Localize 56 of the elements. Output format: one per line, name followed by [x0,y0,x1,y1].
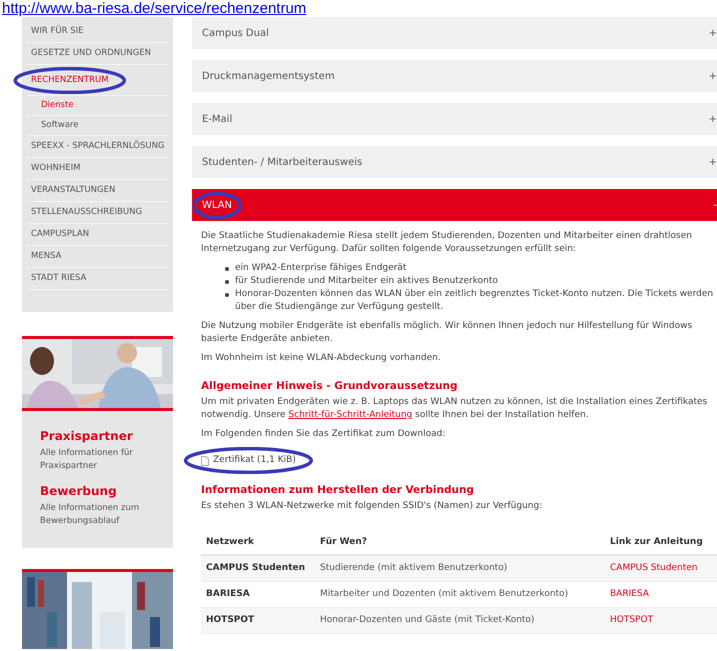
toggle-icon: - [713,198,717,212]
table-cell: Mitarbeiter und Dozenten (mit aktivem Benutzerkonto) [315,581,605,607]
table-link[interactable]: CAMPUS Studenten [610,562,698,572]
accordion-header[interactable]: E-Mail + [192,103,717,135]
table-cell: BARIESA [201,581,315,607]
paragraph: Um mit privaten Endgeräten wie z. B. Laptops das WLAN nutzen zu können, ist die Installation eines Zertifikates notwendig. Unsere Schritt-für-Schritt-Anleitung sollte Ihnen bei der Installation helfen. [201,396,708,422]
sidebar-item[interactable]: VERANSTALTUNGEN [31,185,116,195]
promo-text: Alle Informationen für Praxispartner [40,447,134,473]
toggle-icon: + [708,112,717,126]
toggle-icon: + [708,68,717,84]
table-link[interactable]: HOTSPOT [610,614,654,624]
paragraph: Die Nutzung mobiler Endgeräte ist ebenfalls möglich. Wir können Ihnen jedoch nur Hilfestellung für Windows basierte Endgeräte anbieten. [201,320,694,346]
list-item: ein WPA2-Enterprise fähiges Endgerät [235,262,406,275]
list-item: Honorar-Dozenten können das WLAN über ein zeitlich begrenztes Ticket-Konto nutzen. Die Tickets werden über die Studiengänge zur Verfügung gestellt. [235,288,714,314]
accordion-header[interactable]: Druckmanagementsystem + [192,60,717,92]
table-cell: CAMPUS Studenten [201,554,315,581]
sidebar-item[interactable]: WIR FÜR SIE [31,26,84,36]
sidebar-item[interactable]: MENSA [31,251,62,261]
toggle-icon: + [708,26,717,40]
accordion-title: Campus Dual [202,26,269,40]
accordion-title: WLAN [202,198,232,212]
sidebar-item[interactable]: STELLENAUSSCHREIBUNG [31,207,142,217]
table-link[interactable]: BARIESA [610,588,649,598]
sidebar-item[interactable]: STADT RIESA [31,273,86,283]
table-cell: Honorar-Dozenten und Gäste (mit Ticket-Konto) [315,607,605,633]
list-item: für Studierende und Mitarbeiter ein aktives Benutzerkonto [235,275,498,288]
table-cell: Studierende (mit aktivem Benutzerkonto) [315,554,605,581]
accordion-title: Druckmanagementsystem [202,70,335,84]
bullet-icon [225,293,229,297]
section-heading: Allgemeiner Hinweis - Grundvoraussetzung [201,379,459,393]
promo-title[interactable]: Bewerbung [40,483,155,499]
paragraph: Im Folgenden finden Sie das Zertifikat zum Download: [201,428,446,441]
link[interactable]: Schritt-für-Schritt-Anleitung [288,410,412,420]
accordion-header[interactable]: Studenten- / Mitarbeiterausweis + [192,146,717,178]
accordion-title: E-Mail [202,112,232,126]
accordion-title: Studenten- / Mitarbeiterausweis [202,156,362,170]
accordion-header[interactable]: Campus Dual + [192,17,717,49]
sidebar-item[interactable]: CAMPUSPLAN [31,229,90,239]
promo-title[interactable]: Praxispartner [40,428,155,444]
paragraph: Die Staatliche Studienakademie Riesa stellt jedem Studierenden, Dozenten und Mitarbeiter einen drahtlosen Internetzugang zur Verfügung. Dafür sollten folgende Voraussetzungen erfüllt sein: [201,230,693,256]
toggle-icon: + [708,154,717,170]
paragraph: Im Wohnheim ist keine WLAN-Abdeckung vorhanden. [201,352,442,365]
sidebar-item[interactable]: WOHNHEIM [31,163,80,173]
section-heading: Informationen zum Herstellen der Verbindung [201,482,475,496]
sidebar-subitem[interactable]: Dienste [27,96,168,116]
sidebar-item[interactable]: GESETZE UND ORDNUNGEN [31,48,152,58]
sidebar-item[interactable]: SPEEXX - SPRACHLERNLÖSUNG [31,141,165,151]
url-text[interactable]: http://www.ba-riesa.de/service/rechenzentrum [2,0,306,17]
bullet-icon [225,267,229,271]
paragraph: Es stehen 3 WLAN-Netzwerke mit folgenden SSID's (Namen) zur Verfügung: [201,500,544,512]
table-cell: HOTSPOT [201,607,315,633]
bullet-icon [225,280,229,284]
promo-text: Alle Informationen zum Bewerbungsablauf [40,502,140,528]
accordion-header[interactable]: WLAN - [192,189,717,221]
sidebar-subitem[interactable]: Software [27,116,168,136]
file-icon [201,456,209,466]
